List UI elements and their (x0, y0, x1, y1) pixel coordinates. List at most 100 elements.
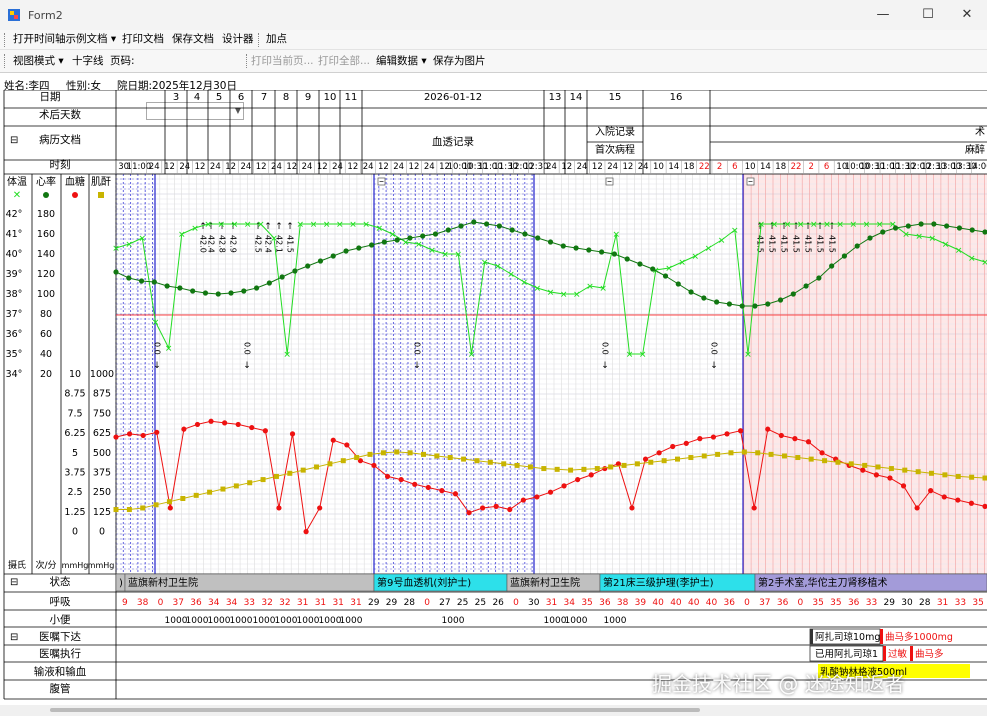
sugar-point[interactable] (344, 442, 350, 448)
temp-point[interactable]: ✕ (981, 259, 987, 269)
creat-point[interactable] (781, 453, 787, 459)
pulse-point[interactable] (484, 221, 490, 227)
creat-point[interactable] (300, 467, 306, 473)
temp-point[interactable]: ✕ (718, 237, 726, 247)
sugar-point[interactable] (235, 421, 241, 428)
creat-point[interactable] (394, 449, 400, 455)
creat-point[interactable] (140, 505, 146, 511)
temp-point[interactable]: ✕ (639, 351, 647, 361)
temp-point[interactable]: ✕ (494, 263, 502, 273)
temp-point[interactable]: ✕ (125, 241, 133, 251)
save-image-button[interactable]: 保存为图片 (433, 52, 486, 70)
creat-point[interactable] (126, 507, 132, 513)
pulse-point[interactable] (445, 227, 451, 233)
creat-point[interactable] (608, 464, 614, 470)
pulse-point[interactable] (650, 266, 656, 272)
surgery-record-link[interactable]: 术 (975, 126, 985, 138)
pulse-point[interactable] (151, 279, 157, 285)
temp-point[interactable]: ✕ (191, 225, 199, 235)
sugar-point[interactable] (642, 456, 649, 462)
temp-point[interactable]: ✕ (165, 345, 173, 355)
pulse-point[interactable] (253, 285, 260, 291)
pulse-point[interactable] (611, 251, 617, 257)
pulse-point[interactable] (522, 231, 528, 237)
creat-point[interactable] (474, 458, 480, 464)
sugar-point[interactable] (805, 439, 812, 445)
creat-point[interactable] (648, 459, 654, 465)
temp-point[interactable]: ✕ (323, 221, 331, 231)
horizontal-scrollbar[interactable] (0, 705, 987, 716)
creat-point[interactable] (541, 466, 547, 472)
temp-point[interactable]: ✕ (573, 291, 581, 301)
creat-point[interactable] (969, 474, 975, 480)
temp-point[interactable]: ✕ (415, 241, 423, 251)
sugar-point[interactable] (330, 437, 336, 443)
collapse-icon[interactable]: ⊟ (10, 632, 18, 643)
pulse-point[interactable] (944, 223, 950, 229)
pulse-point[interactable] (560, 243, 566, 249)
pulse-point[interactable] (829, 263, 835, 269)
temp-point[interactable]: ✕ (929, 235, 937, 245)
creat-point[interactable] (554, 466, 560, 472)
temp-point[interactable]: ✕ (362, 221, 370, 231)
sugar-point[interactable] (914, 505, 920, 511)
temp-point[interactable]: ✕ (204, 221, 212, 231)
pulse-point[interactable] (931, 221, 937, 227)
temp-point[interactable]: ✕ (823, 221, 831, 231)
pulse-point[interactable] (777, 297, 784, 303)
minimize-icon[interactable]: — (868, 4, 898, 26)
sugar-point[interactable] (167, 505, 173, 511)
creat-point[interactable] (755, 450, 761, 456)
pulse-point[interactable] (535, 235, 541, 241)
sugar-point[interactable] (819, 450, 825, 456)
temp-point[interactable]: ✕ (586, 283, 594, 293)
sugar-point[interactable] (480, 505, 486, 511)
temp-point[interactable]: ✕ (231, 221, 239, 231)
temp-point[interactable]: ✕ (705, 245, 713, 255)
creat-point[interactable] (527, 464, 533, 470)
creat-point[interactable] (220, 486, 226, 492)
pulse-point[interactable] (305, 263, 311, 269)
sugar-point[interactable] (398, 476, 404, 483)
pulse-point[interactable] (432, 231, 439, 237)
creat-point[interactable] (434, 453, 440, 459)
pulse-point[interactable] (790, 291, 796, 297)
pulse-point[interactable] (880, 229, 886, 235)
temperature-chart[interactable]: 日期 术后天数 ⊟ 病历文档 时刻 体温 心率 血糖 肌酐 ✕ 42°41°40… (0, 90, 987, 704)
temp-point[interactable]: ✕ (468, 351, 476, 361)
pulse-point[interactable] (381, 239, 387, 245)
creat-point[interactable] (407, 450, 413, 456)
temp-point[interactable]: ✕ (336, 221, 344, 231)
creat-point[interactable] (862, 462, 868, 468)
order-issue-2[interactable]: 曲马多1000mg (885, 631, 953, 643)
pulse-point[interactable] (266, 280, 272, 286)
temp-point[interactable]: ✕ (310, 221, 318, 231)
sugar-point[interactable] (697, 436, 703, 442)
creat-point[interactable] (273, 473, 279, 479)
temp-point[interactable]: ✕ (244, 221, 252, 231)
sugar-point[interactable] (778, 432, 784, 439)
first-course-link[interactable]: 首次病程 (595, 143, 635, 156)
open-example-menu[interactable]: 打开时间轴示例文档 ▾ (13, 30, 116, 49)
sugar-point[interactable] (466, 510, 472, 516)
creat-point[interactable] (233, 483, 239, 489)
pulse-point[interactable] (662, 273, 669, 279)
creat-point[interactable] (634, 461, 640, 467)
sugar-point[interactable] (289, 431, 296, 437)
pulse-point[interactable] (164, 283, 170, 289)
pulse-point[interactable] (496, 223, 502, 229)
pulse-point[interactable] (867, 235, 873, 241)
temp-point[interactable]: ✕ (678, 259, 686, 269)
temp-point[interactable]: ✕ (534, 285, 542, 295)
pulse-point[interactable] (407, 235, 413, 241)
temp-point[interactable]: ✕ (455, 251, 463, 261)
temp-point[interactable]: ✕ (520, 279, 528, 289)
temp-point[interactable]: ✕ (665, 265, 673, 275)
creat-point[interactable] (822, 458, 828, 464)
sugar-point[interactable] (561, 483, 567, 489)
pulse-point[interactable] (765, 301, 771, 307)
creat-point[interactable] (153, 502, 159, 508)
creat-point[interactable] (942, 472, 948, 478)
sugar-point[interactable] (900, 483, 907, 489)
pulse-point[interactable] (726, 301, 733, 307)
